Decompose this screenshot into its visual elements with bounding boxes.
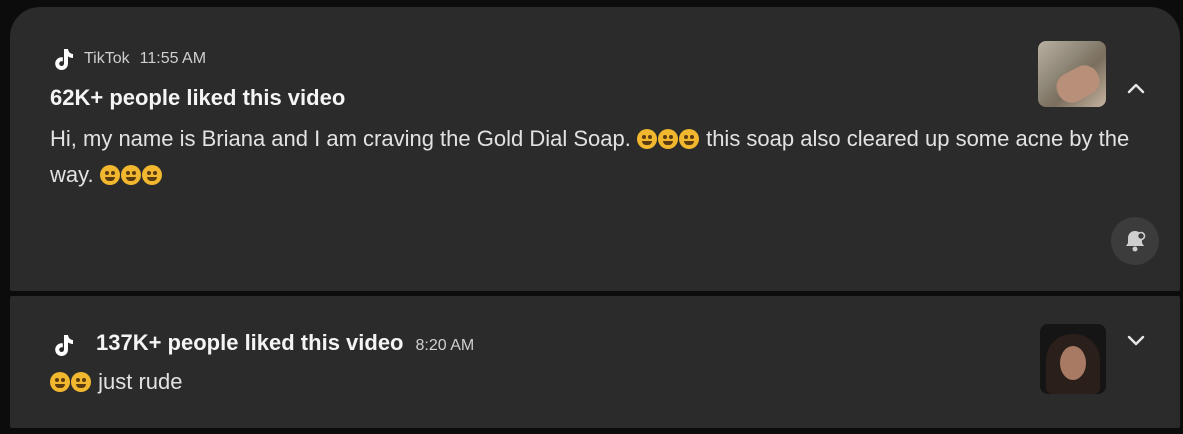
notification-time: 8:20 AM: [415, 337, 475, 354]
video-thumbnail[interactable]: [1038, 41, 1106, 107]
notification-body: Hi, my name is Briana and I am craving t…: [50, 121, 1130, 193]
notification-body-text-1: Hi, my name is Briana and I am craving t…: [50, 126, 631, 151]
tiktok-logo-icon: [55, 335, 73, 356]
emoji-group-1: [636, 126, 706, 151]
emoji-group: [50, 369, 98, 394]
app-name: TikTok: [84, 50, 130, 67]
notification-header: TikTok 11:55 AM: [50, 45, 206, 73]
notification-settings-button[interactable]: [1111, 217, 1159, 265]
emoji-icon: [657, 129, 678, 149]
bell-settings-icon: [1126, 231, 1146, 252]
notification-header: 137K+ people liked this video 8:20 AM: [96, 330, 474, 356]
video-thumbnail[interactable]: [1040, 324, 1106, 394]
emoji-icon: [120, 165, 141, 185]
notification-title: 137K+ people liked this video: [96, 330, 404, 355]
notification-shade: TikTok 11:55 AM 62K+ people liked this v…: [0, 0, 1183, 434]
emoji-group-2: [99, 162, 163, 187]
emoji-icon: [71, 372, 91, 392]
emoji-icon: [99, 165, 120, 185]
emoji-icon: [636, 129, 657, 149]
notification-time: 11:55 AM: [139, 50, 207, 67]
notification-body: just rude: [50, 364, 183, 400]
tiktok-logo-icon: [55, 49, 73, 70]
chevron-up-icon[interactable]: [1124, 77, 1148, 101]
emoji-icon: [678, 129, 699, 149]
notification-card-tiktok-expanded[interactable]: TikTok 11:55 AM 62K+ people liked this v…: [10, 7, 1180, 291]
notification-title: 62K+ people liked this video: [50, 85, 346, 110]
emoji-icon: [50, 372, 70, 392]
emoji-icon: [141, 165, 162, 185]
notification-card-tiktok-collapsed[interactable]: 137K+ people liked this video 8:20 AM ju…: [10, 296, 1180, 428]
chevron-down-icon[interactable]: [1124, 328, 1148, 352]
notification-body-text: just rude: [98, 369, 183, 394]
